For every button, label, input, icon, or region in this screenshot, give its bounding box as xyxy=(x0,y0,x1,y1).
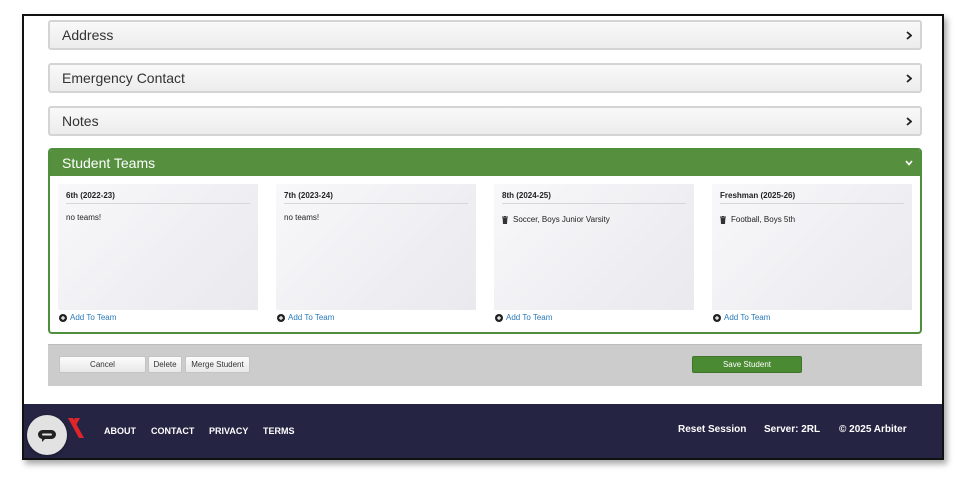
student-teams-header[interactable]: Student Teams xyxy=(50,150,920,176)
chevron-down-icon xyxy=(904,158,914,168)
reset-session-link[interactable]: Reset Session xyxy=(678,424,746,435)
team-card: 6th (2022-23) no teams! xyxy=(58,184,258,310)
team-card-title: Freshman (2025-26) xyxy=(720,191,904,204)
merge-student-button[interactable]: Merge Student xyxy=(185,356,250,373)
plus-circle-icon xyxy=(59,313,67,322)
team-card-title: 6th (2022-23) xyxy=(66,191,250,204)
copyright-text: © 2025 Arbiter xyxy=(839,424,907,435)
student-teams-title: Student Teams xyxy=(62,155,156,171)
no-teams-text: no teams! xyxy=(284,213,320,222)
no-teams-text: no teams! xyxy=(66,213,102,222)
add-to-team-label: Add To Team xyxy=(724,313,771,322)
team-card: Freshman (2025-26) Football, Boys 5th xyxy=(712,184,912,310)
page-content: Address Emergency Contact Notes Student … xyxy=(24,16,942,404)
trash-icon[interactable] xyxy=(502,215,508,224)
team-column-freshman: Freshman (2025-26) Football, Boys 5th Ad… xyxy=(704,184,912,332)
chat-icon xyxy=(38,430,56,442)
team-card-title: 8th (2024-25) xyxy=(502,191,686,204)
team-name: Football, Boys 5th xyxy=(731,215,796,224)
team-column-8th: 8th (2024-25) Soccer, Boys Junior Varsit… xyxy=(486,184,694,332)
address-panel-title: Address xyxy=(62,27,114,43)
team-list-item: Soccer, Boys Junior Varsity xyxy=(502,215,686,224)
emergency-contact-panel-title: Emergency Contact xyxy=(62,70,185,86)
address-panel[interactable]: Address xyxy=(48,20,922,50)
add-to-team-link[interactable]: Add To Team xyxy=(59,313,116,322)
team-column-6th: 6th (2022-23) no teams! Add To Team xyxy=(50,184,258,332)
add-to-team-label: Add To Team xyxy=(288,313,335,322)
add-to-team-link[interactable]: Add To Team xyxy=(495,313,552,322)
team-name: Soccer, Boys Junior Varsity xyxy=(513,215,610,224)
add-to-team-label: Add To Team xyxy=(506,313,553,322)
footer-link-contact[interactable]: CONTACT xyxy=(151,426,194,436)
arbiter-logo[interactable] xyxy=(68,418,84,440)
team-card: 7th (2023-24) no teams! xyxy=(276,184,476,310)
browser-window: Address Emergency Contact Notes Student … xyxy=(22,14,944,460)
plus-circle-icon xyxy=(277,313,285,322)
chevron-right-icon xyxy=(904,30,914,40)
server-label: Server: 2RL xyxy=(764,424,821,435)
add-to-team-label: Add To Team xyxy=(70,313,117,322)
team-column-7th: 7th (2023-24) no teams! Add To Team xyxy=(268,184,476,332)
save-student-button[interactable]: Save Student xyxy=(692,356,802,373)
footer-link-privacy[interactable]: PRIVACY xyxy=(209,426,248,436)
trash-icon[interactable] xyxy=(720,215,726,224)
emergency-contact-panel[interactable]: Emergency Contact xyxy=(48,63,922,93)
student-teams-panel: Student Teams 6th (2022-23) no teams! Ad… xyxy=(48,148,922,334)
plus-circle-icon xyxy=(713,313,721,322)
team-columns: 6th (2022-23) no teams! Add To Team 7th … xyxy=(50,184,920,332)
footer-link-about[interactable]: ABOUT xyxy=(104,426,136,436)
notes-panel-title: Notes xyxy=(62,113,99,129)
footer-link-terms[interactable]: TERMS xyxy=(263,426,295,436)
plus-circle-icon xyxy=(495,313,503,322)
notes-panel[interactable]: Notes xyxy=(48,106,922,136)
chat-button[interactable] xyxy=(27,415,67,455)
chevron-right-icon xyxy=(904,73,914,83)
team-card: 8th (2024-25) Soccer, Boys Junior Varsit… xyxy=(494,184,694,310)
chevron-right-icon xyxy=(904,116,914,126)
cancel-button[interactable]: Cancel xyxy=(59,356,146,373)
team-card-title: 7th (2023-24) xyxy=(284,191,468,204)
action-bar: Cancel Delete Merge Student Save Student xyxy=(48,344,922,386)
site-footer: ABOUT CONTACT PRIVACY TERMS Reset Sessio… xyxy=(24,404,942,458)
team-list-item: Football, Boys 5th xyxy=(720,215,904,224)
delete-button[interactable]: Delete xyxy=(148,356,182,373)
add-to-team-link[interactable]: Add To Team xyxy=(277,313,334,322)
add-to-team-link[interactable]: Add To Team xyxy=(713,313,770,322)
